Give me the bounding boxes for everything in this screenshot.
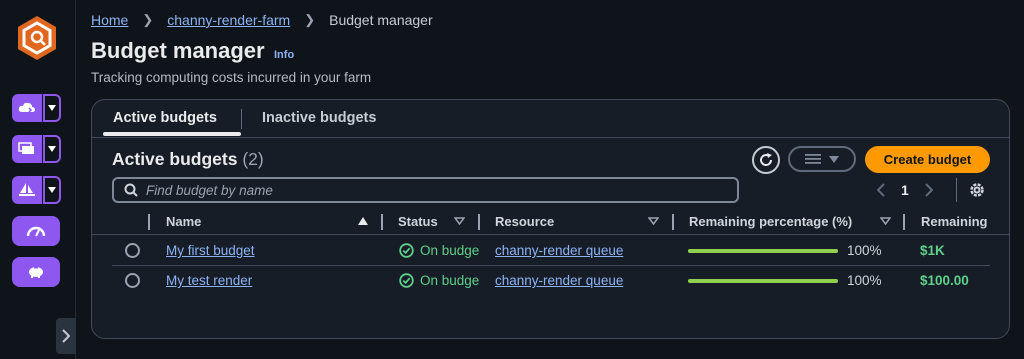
panel-title: Active budgets (2) [112, 149, 264, 170]
queue-nav-button[interactable] [12, 135, 42, 163]
column-divider [903, 214, 905, 230]
nav-expand-button[interactable] [56, 318, 76, 354]
sort-icon[interactable] [454, 217, 465, 225]
table-header: Name Status Resource Remaining percentag… [92, 209, 1009, 235]
budget-tabs: Active budgets Inactive budgets [92, 100, 1009, 138]
caret-down-icon [48, 187, 56, 193]
success-check-icon [399, 273, 414, 288]
breadcrumb-home-link[interactable]: Home [91, 12, 128, 28]
tab-active-budgets[interactable]: Active budgets [113, 110, 217, 126]
caret-down-icon [48, 146, 56, 152]
remaining-progress-fill [688, 249, 838, 253]
fleet-icon [19, 183, 35, 196]
search-input[interactable] [146, 182, 726, 198]
column-header-status[interactable]: Status [398, 214, 438, 229]
active-tab-indicator [103, 132, 241, 136]
column-divider [381, 214, 383, 230]
status-indicator: On budge [399, 243, 479, 258]
remaining-progress-bar [688, 249, 838, 253]
breadcrumb-farm-link[interactable]: channy-render-farm [167, 12, 290, 28]
page-title: Budget manager [91, 38, 265, 63]
next-page-icon[interactable] [925, 183, 933, 197]
budget-nav-button[interactable] [12, 257, 60, 287]
tab-divider [241, 109, 242, 129]
settings-gear-icon[interactable] [968, 181, 986, 199]
sort-icon[interactable] [648, 217, 659, 225]
list-settings-icon [805, 154, 821, 164]
column-divider [148, 214, 150, 230]
breadcrumb: Home ❯ channy-render-farm ❯ Budget manag… [91, 12, 433, 28]
search-field [112, 177, 739, 203]
remaining-amount: $1K [920, 243, 945, 258]
table-row[interactable]: My first budget On budge channy-render q… [112, 236, 990, 266]
dashboard-icon [26, 226, 46, 237]
status-text: On budge [420, 273, 480, 288]
search-icon [124, 183, 138, 197]
row-select-radio[interactable] [125, 243, 140, 258]
row-select-radio[interactable] [125, 273, 140, 288]
panel-title-text: Active budgets [112, 149, 238, 169]
queue-icon [18, 142, 34, 154]
remaining-progress-fill [688, 279, 838, 283]
chevron-right-icon [62, 329, 70, 343]
refresh-button[interactable] [752, 146, 780, 174]
tab-inactive-budgets[interactable]: Inactive budgets [262, 110, 376, 126]
success-check-icon [399, 243, 414, 258]
breadcrumb-separator-icon: ❯ [304, 12, 316, 27]
page-subtitle: Tracking computing costs incurred in you… [91, 70, 372, 85]
deadline-cloud-logo-icon[interactable] [15, 14, 59, 62]
sort-icon[interactable] [880, 217, 891, 225]
farm-nav-dropdown[interactable] [43, 94, 61, 122]
create-budget-button[interactable]: Create budget [865, 146, 990, 173]
list-settings-button[interactable] [788, 146, 856, 172]
pager-divider [956, 178, 957, 202]
budget-count: (2) [242, 149, 264, 169]
dashboard-nav-button[interactable] [12, 216, 60, 246]
column-header-remaining[interactable]: Remaining [921, 214, 987, 229]
status-indicator: On budge [399, 273, 479, 288]
pagination: 1 [877, 182, 933, 198]
farm-icon [18, 102, 35, 113]
resource-link[interactable]: channy-render queue [495, 273, 623, 288]
remaining-percentage: 100% [847, 273, 882, 288]
fleet-nav-dropdown[interactable] [43, 176, 61, 204]
column-header-resource[interactable]: Resource [495, 214, 554, 229]
budget-name-link[interactable]: My first budget [166, 243, 255, 258]
breadcrumb-current: Budget manager [329, 12, 433, 28]
remaining-percentage: 100% [847, 243, 882, 258]
breadcrumb-separator-icon: ❯ [142, 12, 154, 27]
caret-down-icon [829, 155, 839, 163]
column-header-remaining-percentage[interactable]: Remaining percentage (%) [689, 214, 852, 229]
resource-link[interactable]: channy-render queue [495, 243, 623, 258]
remaining-progress-bar [688, 279, 838, 283]
table-row[interactable]: My test render On budge channy-render qu… [112, 266, 990, 296]
refresh-icon [760, 153, 773, 166]
budget-piggybank-icon [29, 267, 43, 278]
status-text: On budge [420, 243, 480, 258]
left-nav-rail [0, 0, 76, 359]
farm-nav-button[interactable] [12, 94, 42, 122]
sort-ascending-icon[interactable] [358, 217, 368, 225]
caret-down-icon [48, 105, 56, 111]
column-divider [672, 214, 674, 230]
column-divider [478, 214, 480, 230]
info-link[interactable]: Info [274, 49, 294, 61]
fleet-nav-button[interactable] [12, 176, 42, 204]
remaining-amount: $100.00 [920, 273, 969, 288]
prev-page-icon[interactable] [877, 183, 885, 197]
current-page[interactable]: 1 [901, 182, 909, 198]
queue-nav-dropdown[interactable] [43, 135, 61, 163]
budgets-panel: Active budgets Inactive budgets Active b… [91, 99, 1010, 339]
budget-name-link[interactable]: My test render [166, 273, 252, 288]
column-header-name[interactable]: Name [166, 214, 201, 229]
